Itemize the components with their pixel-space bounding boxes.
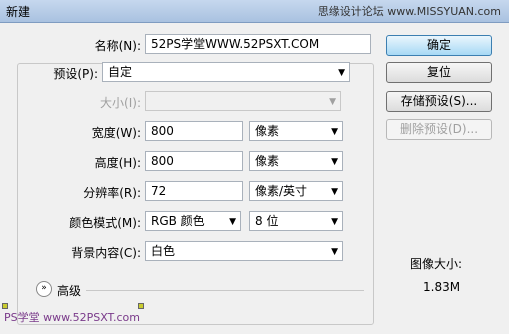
advanced-separator [86, 290, 364, 291]
size-select: ▼ [145, 91, 341, 111]
reset-button[interactable]: 复位 [386, 62, 492, 83]
chevron-down-icon: ▼ [331, 247, 338, 257]
color-mode-label: 颜色模式(M): [69, 216, 141, 230]
image-size-label: 图像大小: [410, 257, 463, 271]
advanced-label[interactable]: 高级 [57, 282, 81, 299]
width-unit-value: 像素 [255, 124, 280, 138]
chevron-down-icon: ▼ [229, 217, 236, 227]
color-mode-value: RGB 颜色 [151, 214, 205, 228]
title-bar: 新建 思缘设计论坛 www.MISSYUAN.com [0, 0, 509, 23]
new-document-dialog: 名称(N): 52PS学堂WWW.52PSXT.COM 预设(P): 自定 ▼ … [0, 23, 509, 334]
chevron-down-icon: ▼ [331, 127, 338, 137]
width-label: 宽度(W): [91, 126, 141, 140]
background-select[interactable]: 白色 ▼ [145, 241, 343, 261]
preset-value: 自定 [108, 65, 133, 79]
resolution-label: 分辨率(R): [83, 186, 141, 200]
height-input[interactable]: 800 [145, 151, 243, 171]
bit-depth-value: 8 位 [255, 214, 279, 228]
preset-select[interactable]: 自定 ▼ [102, 62, 350, 82]
chevron-down-icon: ▼ [338, 68, 345, 78]
preset-label: 预设(P): [53, 67, 98, 81]
height-unit-select[interactable]: 像素 ▼ [249, 151, 343, 171]
bit-depth-select[interactable]: 8 位 ▼ [249, 211, 343, 231]
color-mode-select[interactable]: RGB 颜色 ▼ [145, 211, 241, 231]
height-unit-value: 像素 [255, 154, 280, 168]
resolution-unit-select[interactable]: 像素/英寸 ▼ [249, 181, 343, 201]
double-chevron-down-icon[interactable]: » [36, 281, 52, 297]
watermark-top: 思缘设计论坛 www.MISSYUAN.com [317, 5, 501, 18]
background-value: 白色 [151, 244, 176, 258]
size-label: 大小(I): [100, 96, 141, 110]
window-title: 新建 [6, 5, 31, 19]
width-input[interactable]: 800 [145, 121, 243, 141]
watermark-bottom: PS学堂 www.52PSXT.com [4, 311, 140, 324]
width-unit-select[interactable]: 像素 ▼ [249, 121, 343, 141]
name-input[interactable]: 52PS学堂WWW.52PSXT.COM [145, 34, 371, 54]
chevron-down-icon: ▼ [329, 97, 336, 107]
height-label: 高度(H): [94, 156, 141, 170]
resolution-unit-value: 像素/英寸 [255, 184, 308, 198]
chevron-down-icon: ▼ [331, 187, 338, 197]
name-label: 名称(N): [94, 39, 141, 53]
delete-preset-button: 删除预设(D)... [386, 119, 492, 140]
image-size-value: 1.83M [423, 280, 461, 294]
save-preset-button[interactable]: 存储预设(S)... [386, 91, 492, 112]
chevron-down-icon: ▼ [331, 217, 338, 227]
chevron-down-icon: ▼ [331, 157, 338, 167]
ok-button[interactable]: 确定 [386, 35, 492, 56]
resolution-input[interactable]: 72 [145, 181, 243, 201]
background-label: 背景内容(C): [71, 246, 141, 260]
